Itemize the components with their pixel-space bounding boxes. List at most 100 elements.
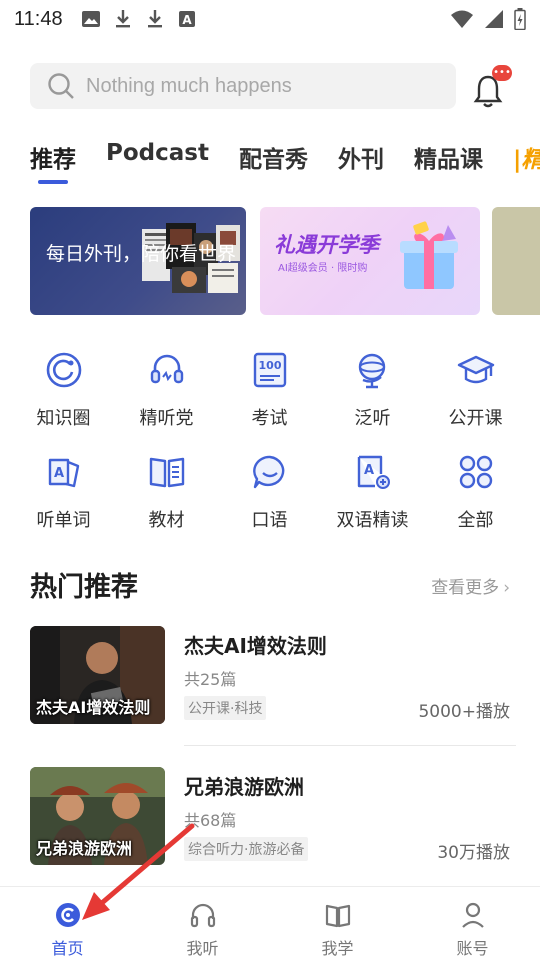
entry-textbook[interactable]: 教材 <box>115 452 218 554</box>
entry-label: 考试 <box>251 408 288 429</box>
entry-label: 双语精读 <box>336 510 409 531</box>
gift-box-icon <box>400 221 458 289</box>
search-input[interactable]: Nothing much happens <box>30 63 456 109</box>
tab-recommend[interactable]: 推荐 <box>30 140 76 184</box>
divider <box>184 745 516 746</box>
entry-bilingual-reading[interactable]: A 双语精读 <box>321 452 424 554</box>
entry-knowledge-circle[interactable]: 知识圈 <box>12 350 115 452</box>
tab-podcast[interactable]: Podcast <box>106 140 209 166</box>
entry-label: 听单词 <box>36 510 91 531</box>
entry-extensive-listening[interactable]: 泛听 <box>321 350 424 452</box>
nav-account[interactable]: 账号 <box>405 887 540 960</box>
tab-premium-course[interactable]: 精品课 <box>414 140 483 174</box>
four-leaf-icon <box>459 455 492 489</box>
svg-text:A: A <box>182 13 192 27</box>
course-episode-count: 共25篇 <box>184 670 237 689</box>
globe-icon <box>358 353 385 389</box>
bottom-navigation: 首页 我听 我学 账号 <box>0 886 540 960</box>
nav-label: 我听 <box>186 939 219 958</box>
course-card[interactable]: 杰夫AI增效法则 杰夫AI增效法则 共25篇 公开课·科技 5000+播放 <box>30 626 510 726</box>
circle-refresh-icon <box>46 352 81 388</box>
course-tag: 公开课·科技 <box>184 696 267 720</box>
graduation-cap-icon <box>457 355 494 384</box>
entry-label: 全部 <box>457 510 494 531</box>
see-more-link[interactable]: 查看更多 › <box>431 573 510 598</box>
nav-label: 首页 <box>51 939 84 958</box>
course-title: 杰夫AI增效法则 <box>184 634 327 658</box>
open-book-icon <box>325 904 350 928</box>
search-row: Nothing much happens ••• <box>30 63 512 109</box>
wifi-icon <box>451 10 473 28</box>
status-notifications: A <box>81 9 197 29</box>
user-icon <box>461 902 484 928</box>
nav-label: 账号 <box>456 939 489 958</box>
entry-label: 教材 <box>148 510 185 531</box>
word-card-icon: A <box>48 458 79 488</box>
category-tabs: 推荐 Podcast 配音秀 外刊 精品课 |精 <box>30 140 540 190</box>
see-more-label: 查看更多 <box>431 578 500 598</box>
course-thumbnail: 兄弟浪游欧洲 <box>30 767 165 865</box>
entry-label: 知识圈 <box>36 408 91 429</box>
nav-study[interactable]: 我学 <box>270 887 405 960</box>
download-icon <box>115 10 130 28</box>
battery-icon <box>514 8 526 30</box>
score-100-icon: 100 <box>253 352 286 388</box>
course-thumbnail-caption: 兄弟浪游欧洲 <box>36 839 133 858</box>
banner-back-to-school[interactable]: 礼遇开学季 AI超级会员 · 限时购 <box>260 207 480 315</box>
entry-open-course[interactable]: 公开课 <box>424 350 527 452</box>
notification-button[interactable]: ••• <box>472 65 512 108</box>
quick-entry-grid: 知识圈 精听党 100 考试 泛听 公开课 A 听单词 教材 口语 A 双语精读… <box>12 350 528 554</box>
tab-dubbing[interactable]: 配音秀 <box>239 140 308 174</box>
hot-section-title: 热门推荐 <box>30 572 138 603</box>
signal-icon <box>485 10 503 28</box>
svg-text:100: 100 <box>258 359 281 372</box>
download-icon <box>147 10 162 28</box>
banner-promo-subtitle: AI超级会员 · 限时购 <box>278 263 368 274</box>
headset-icon <box>150 354 183 384</box>
chevron-right-icon: › <box>503 578 510 598</box>
headphones-icon <box>190 903 215 928</box>
course-tag: 综合听力·旅游必备 <box>184 837 309 861</box>
entry-intensive-listening[interactable]: 精听党 <box>115 350 218 452</box>
entry-label: 公开课 <box>448 408 503 429</box>
home-icon <box>55 903 80 927</box>
tab-foreign-press[interactable]: 外刊 <box>338 140 384 174</box>
nav-home[interactable]: 首页 <box>0 887 135 960</box>
banner-daily-press-title: 每日外刊，陪你看世界 <box>46 243 237 265</box>
entry-exam[interactable]: 100 考试 <box>218 350 321 452</box>
status-time: 11:48 <box>14 7 63 30</box>
course-thumbnail: 杰夫AI增效法则 <box>30 626 165 724</box>
search-placeholder: Nothing much happens <box>86 74 292 97</box>
banner-promo-headline: 礼遇开学季 <box>274 233 379 257</box>
entry-label: 泛听 <box>354 408 391 429</box>
course-title: 兄弟浪游欧洲 <box>184 775 304 799</box>
hot-section-header: 热门推荐 查看更多 › <box>30 565 510 605</box>
bilingual-read-icon: A <box>357 455 390 489</box>
status-system <box>450 8 526 30</box>
svg-text:A: A <box>53 466 63 481</box>
status-bar: 11:48 A <box>0 0 540 38</box>
font-icon: A <box>178 11 195 27</box>
svg-text:A: A <box>363 463 373 478</box>
speech-bubble-icon <box>252 455 284 489</box>
course-play-count: 5000+播放 <box>418 702 510 722</box>
tab-promo[interactable]: |精 <box>513 140 540 174</box>
course-episode-count: 共68篇 <box>184 811 237 830</box>
banner-carousel: 每日外刊，陪你看世界 礼遇开学季 AI超级会员 · 限时购 <box>30 207 540 315</box>
course-thumbnail-caption: 杰夫AI增效法则 <box>36 698 151 717</box>
entry-label: 口语 <box>251 510 288 531</box>
entry-word-listening[interactable]: A 听单词 <box>12 452 115 554</box>
entry-label: 精听党 <box>139 408 194 429</box>
nav-listen[interactable]: 我听 <box>135 887 270 960</box>
notification-badge: ••• <box>492 65 512 81</box>
book-icon <box>149 457 184 488</box>
entry-speaking[interactable]: 口语 <box>218 452 321 554</box>
banner-next-partial[interactable] <box>492 207 540 315</box>
search-icon <box>48 73 74 99</box>
course-card[interactable]: 兄弟浪游欧洲 兄弟浪游欧洲 共68篇 综合听力·旅游必备 30万播放 <box>30 767 510 867</box>
course-play-count: 30万播放 <box>437 843 510 863</box>
banner-daily-press[interactable]: 每日外刊，陪你看世界 <box>30 207 246 315</box>
entry-all[interactable]: 全部 <box>424 452 527 554</box>
nav-label: 我学 <box>321 939 354 958</box>
image-icon <box>81 11 100 27</box>
